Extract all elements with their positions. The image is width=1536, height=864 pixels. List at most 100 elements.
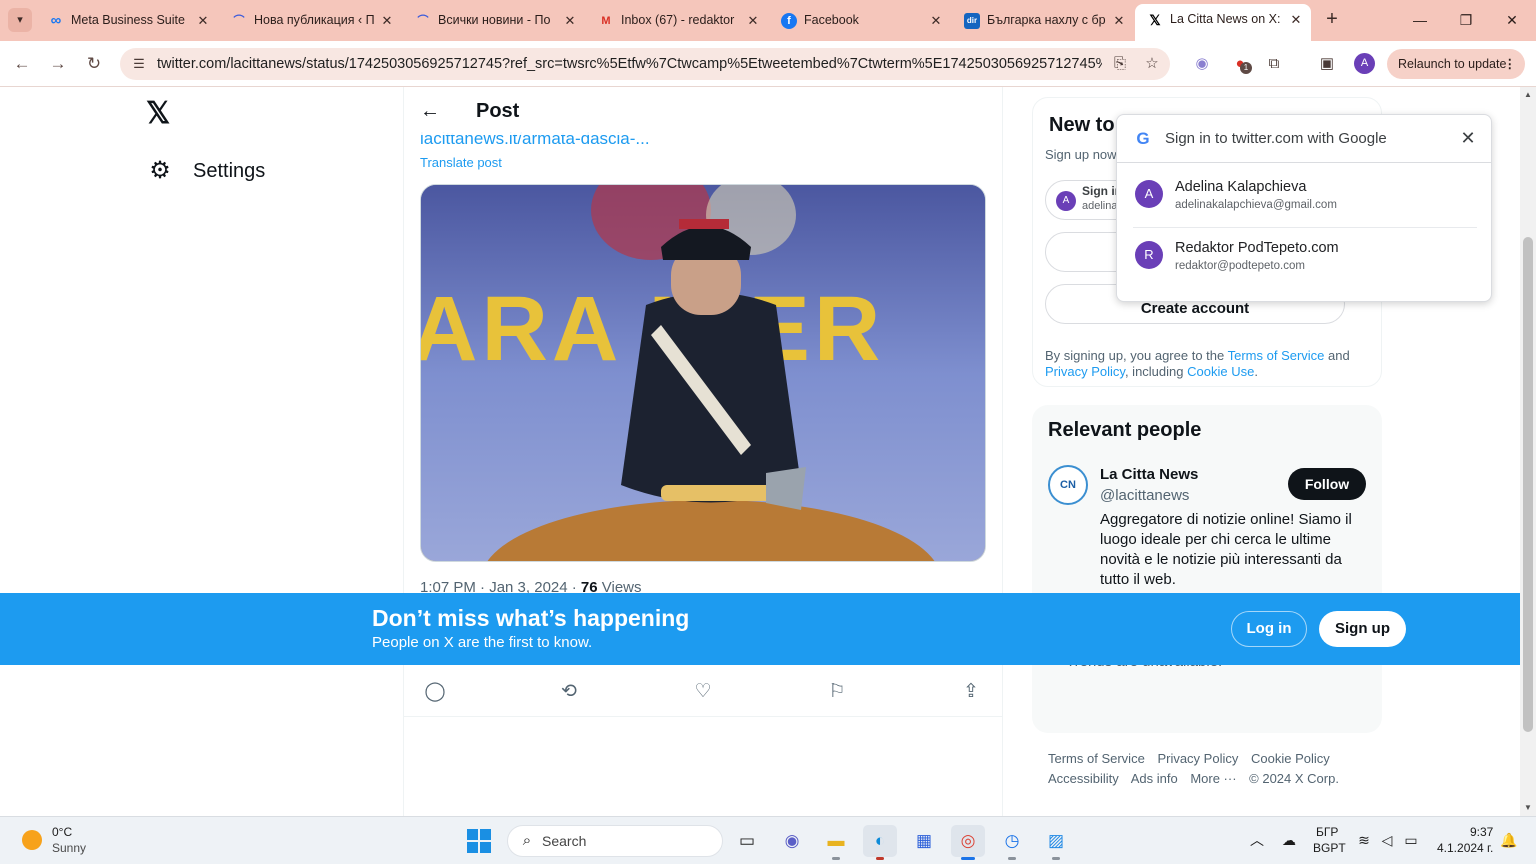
follow-button[interactable]: Follow: [1288, 468, 1366, 500]
tab-all-news[interactable]: ⌒ Всички новини - По ✕: [403, 6, 585, 35]
x-icon: 𝕏: [1149, 12, 1161, 28]
windows-start-icon[interactable]: [467, 829, 491, 853]
install-app-icon[interactable]: ⎘: [1110, 54, 1130, 74]
translate-post-link[interactable]: Translate post: [420, 154, 502, 172]
close-icon[interactable]: ✕: [1289, 4, 1303, 35]
photo-editor-icon[interactable]: ▨: [1039, 825, 1073, 860]
close-icon[interactable]: ✕: [380, 6, 394, 35]
back-button[interactable]: ←: [9, 51, 35, 77]
forward-button[interactable]: →: [45, 51, 71, 77]
footer-link[interactable]: Cookie Policy: [1251, 751, 1330, 766]
close-icon[interactable]: ✕: [1112, 6, 1126, 35]
tab-search-button[interactable]: ▾: [8, 8, 32, 32]
relevant-people-box: Relevant people CN La Citta News @lacitt…: [1032, 405, 1382, 733]
tab-title: Българка нахлу с бр: [987, 13, 1106, 27]
edge-icon[interactable]: ◐: [863, 825, 897, 860]
tab-la-citta-news-x[interactable]: 𝕏 La Citta News on X: " ✕: [1135, 4, 1311, 41]
extension-circle-icon[interactable]: ◉: [1191, 53, 1213, 75]
sun-icon[interactable]: [22, 830, 42, 850]
weather-temp[interactable]: 0°C: [52, 825, 72, 840]
page-scrollbar[interactable]: ▲ ▼: [1520, 87, 1536, 816]
address-bar[interactable]: ☰ twitter.com/lacittanews/status/1742503…: [120, 48, 1170, 80]
tab-facebook[interactable]: f Facebook ✕: [769, 6, 951, 35]
tab-title: Meta Business Suite: [71, 13, 185, 27]
privacy-link[interactable]: Privacy Policy: [1045, 364, 1125, 379]
language-indicator[interactable]: БГР: [1316, 825, 1338, 840]
meta-icon: ∞: [50, 12, 62, 29]
extensions-puzzle-icon[interactable]: ⧉: [1263, 53, 1285, 75]
weather-desc[interactable]: Sunny: [52, 841, 86, 856]
scroll-up-icon[interactable]: ▲: [1520, 90, 1536, 99]
tab-gmail-inbox[interactable]: M Inbox (67) - redaktor ✕: [586, 6, 768, 35]
chrome-icon[interactable]: ◎: [951, 825, 985, 860]
scrollbar-thumb[interactable]: [1523, 237, 1533, 732]
site-info-icon[interactable]: ☰: [130, 55, 148, 73]
scroll-down-icon[interactable]: ▼: [1520, 803, 1536, 812]
clock-app-icon[interactable]: ◷: [995, 825, 1029, 860]
cookie-link[interactable]: Cookie Use: [1187, 364, 1254, 379]
close-icon[interactable]: ✕: [1457, 127, 1479, 149]
la-citta-avatar[interactable]: CN: [1048, 465, 1088, 505]
profile-avatar[interactable]: A: [1354, 53, 1375, 74]
minimize-button[interactable]: —: [1397, 6, 1443, 34]
close-icon[interactable]: ✕: [929, 6, 943, 35]
keyboard-layout[interactable]: BGPT: [1313, 841, 1346, 856]
onedrive-cloud-icon[interactable]: ☁: [1279, 829, 1299, 851]
tab-new-post[interactable]: ⌒ Нова публикация ‹ П ✕: [219, 6, 402, 35]
teams-chat-icon[interactable]: ◉: [775, 825, 809, 857]
extension-badge-icon[interactable]: ● 1: [1229, 53, 1252, 75]
repost-icon[interactable]: ⟲: [557, 680, 581, 704]
close-icon[interactable]: ✕: [196, 6, 210, 35]
google-signin-email: adelina: [1082, 200, 1118, 212]
close-icon[interactable]: ✕: [746, 6, 760, 35]
footer-link[interactable]: Terms of Service: [1048, 751, 1145, 766]
footer-link[interactable]: Accessibility: [1048, 771, 1119, 786]
divider: [1117, 162, 1491, 163]
reload-button[interactable]: ↻: [81, 51, 107, 77]
taskbar-search[interactable]: ⌕ Search: [507, 825, 723, 857]
chrome-menu-icon[interactable]: ⋮: [1504, 49, 1517, 79]
post-actions: ◯ ⟲ ♡ ⚐ ⇪: [404, 667, 1002, 717]
taskbar-date[interactable]: 4.1.2024 г.: [1437, 841, 1493, 856]
post-image[interactable]: ARA NIER: [420, 184, 986, 562]
task-view-icon[interactable]: ▭: [730, 825, 764, 857]
close-icon[interactable]: ✕: [563, 6, 577, 35]
close-window-button[interactable]: ✕: [1489, 6, 1535, 34]
url-text[interactable]: twitter.com/lacittanews/status/174250305…: [157, 48, 1102, 80]
footer-link[interactable]: Privacy Policy: [1157, 751, 1238, 766]
google-account-option[interactable]: R Redaktor PodTepeto.com redaktor@podtep…: [1117, 227, 1491, 285]
footer-link[interactable]: Ads info: [1131, 771, 1178, 786]
store-icon[interactable]: ▦: [907, 825, 941, 857]
tab-dir-article[interactable]: dir Българка нахлу с бр ✕: [952, 6, 1134, 35]
reply-icon[interactable]: ◯: [423, 680, 447, 704]
account-name: Redaktor PodTepeto.com: [1175, 240, 1339, 256]
share-icon[interactable]: ⇪: [959, 680, 983, 704]
side-panel-icon[interactable]: ▣: [1316, 53, 1338, 75]
restore-button[interactable]: ❐: [1443, 6, 1489, 34]
profile-name[interactable]: La Citta News: [1100, 465, 1198, 485]
new-tab-button[interactable]: +: [1320, 8, 1344, 32]
google-account-option[interactable]: A Adelina Kalapchieva adelinakalapchieva…: [1117, 166, 1491, 224]
bookmark-icon[interactable]: ⚐: [825, 680, 849, 704]
x-logo[interactable]: 𝕏: [146, 99, 176, 129]
windows-taskbar: 0°C Sunny ⌕ Search ▭ ◉ ▬ ◐ ▦ ◎ ◷ ▨ ︿ ☁ Б…: [0, 816, 1536, 864]
profile-handle[interactable]: @lacittanews: [1100, 486, 1189, 506]
relaunch-button[interactable]: Relaunch to update ⋮: [1387, 49, 1525, 79]
volume-icon[interactable]: ◁: [1377, 829, 1397, 851]
login-button[interactable]: Log in: [1231, 611, 1307, 647]
terms-link[interactable]: Terms of Service: [1228, 348, 1325, 363]
google-logo-icon: G: [1136, 129, 1150, 148]
footer-copyright: © 2024 X Corp.: [1249, 771, 1339, 786]
tab-meta-business-suite[interactable]: ∞ Meta Business Suite ✕: [36, 6, 218, 35]
file-explorer-icon[interactable]: ▬: [819, 825, 853, 860]
taskbar-clock[interactable]: 9:37: [1470, 825, 1493, 840]
like-icon[interactable]: ♡: [691, 680, 715, 704]
signup-button[interactable]: Sign up: [1319, 611, 1406, 647]
footer-more[interactable]: More ···: [1190, 771, 1236, 786]
wifi-icon[interactable]: ≋: [1354, 829, 1374, 851]
chevron-up-icon[interactable]: ︿: [1247, 829, 1267, 851]
back-arrow-icon[interactable]: ←: [418, 99, 442, 123]
notification-bell-icon[interactable]: 🔔: [1500, 830, 1518, 850]
battery-icon[interactable]: ▭: [1401, 829, 1421, 851]
bookmark-star-icon[interactable]: ☆: [1142, 54, 1162, 74]
